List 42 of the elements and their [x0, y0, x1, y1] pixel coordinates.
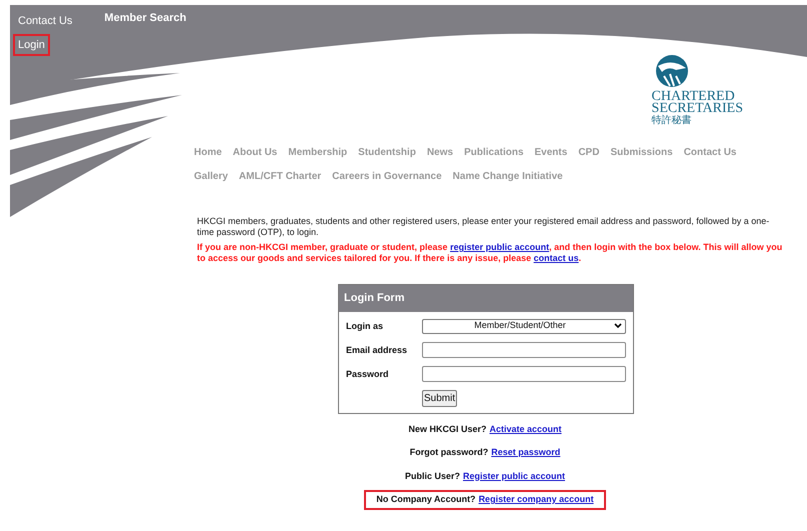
nav-link[interactable]: Name Change Initiative — [452, 169, 563, 184]
form-title: Login Form — [339, 285, 633, 312]
help-link[interactable]: Register public account — [462, 470, 566, 483]
nav-link[interactable]: Contact Us — [684, 145, 736, 160]
header-link[interactable]: Member Search — [104, 10, 186, 30]
nav-link[interactable]: Studentship — [358, 145, 416, 160]
field-label: Password — [346, 368, 390, 378]
nav-link[interactable]: Submissions — [610, 145, 673, 160]
logo-text: CHARTERED — [652, 91, 735, 103]
header-link[interactable]: Login — [15, 36, 48, 54]
field-label: Email address — [346, 344, 408, 354]
nav-link[interactable]: Careers in Governance — [332, 169, 442, 184]
email-field[interactable] — [422, 342, 626, 358]
nav-link[interactable]: Gallery — [194, 169, 228, 184]
login-as-dropdown[interactable]: Member/Student/Other — [422, 318, 626, 334]
help-prompt: Forgot password? — [410, 446, 488, 459]
logo-text: 特許秘書 — [652, 115, 692, 127]
register-link[interactable]: register public account — [450, 242, 550, 252]
logo-text: SECRETARIES — [652, 103, 743, 115]
chevron-down-icon — [614, 323, 622, 329]
help-prompt: New HKCGI User? — [408, 422, 486, 436]
password-field[interactable] — [422, 366, 626, 382]
notice-text: If you are non-HKCGI member, graduate or student, please register public account, and then login with the box below. This will allow you to access our goods and services tailored for you. If there is any issue, please contact us. — [197, 242, 783, 264]
help-link[interactable]: Reset password — [491, 446, 560, 460]
submit-button[interactable]: Submit — [422, 390, 458, 406]
intro-text: HKCGI members, graduates, students and other registered users, please enter your registered email address and password, followed by a one-time password (OTP), to login. — [197, 216, 770, 238]
header-link[interactable]: Contact Us — [18, 13, 72, 30]
bird-logo-icon — [654, 54, 690, 88]
nav-link[interactable]: Home — [194, 145, 222, 160]
help-prompt: Public User? — [404, 470, 460, 482]
nav-link[interactable]: Membership — [288, 145, 348, 160]
nav-link[interactable]: Events — [534, 145, 568, 160]
nav-link[interactable]: AML/CFT Charter — [238, 169, 322, 184]
help-link[interactable]: Register company account — [478, 493, 594, 506]
field-label: Login as — [346, 321, 384, 331]
nav-link[interactable]: About Us — [232, 145, 278, 160]
nav-link[interactable]: News — [426, 145, 454, 160]
help-link[interactable]: Activate account — [490, 422, 562, 436]
contact-link[interactable]: contact us — [534, 253, 579, 263]
help-prompt: No Company Account? — [376, 493, 476, 506]
nav-link[interactable]: CPD — [578, 145, 600, 160]
nav-link[interactable]: Publications — [464, 145, 524, 160]
